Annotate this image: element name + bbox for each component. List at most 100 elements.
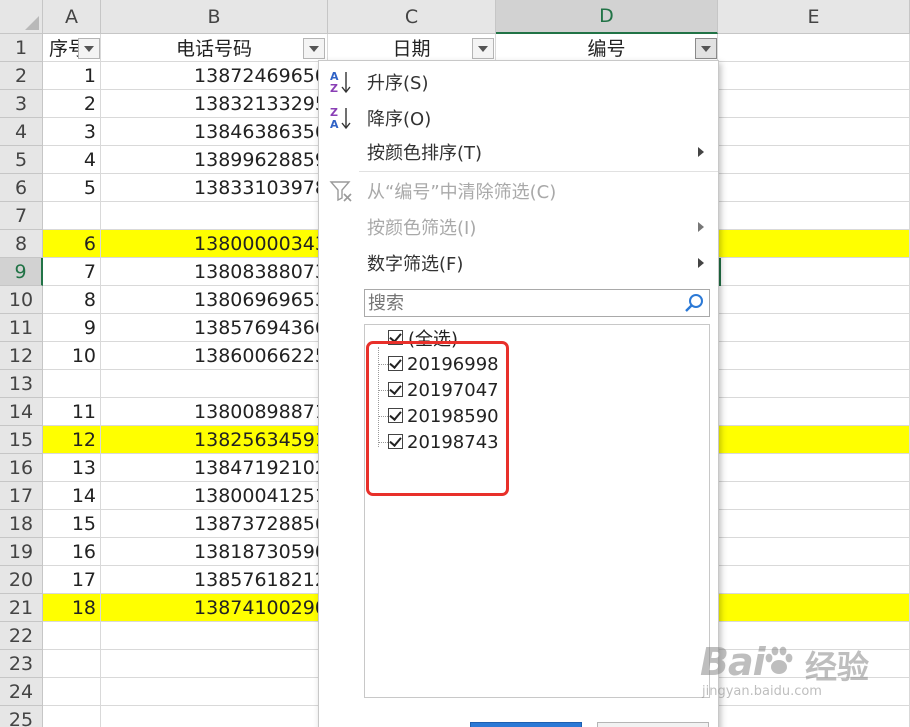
cell-empty[interactable] xyxy=(718,398,910,426)
cell-phone[interactable]: 13800000343 xyxy=(101,230,328,258)
cell-empty[interactable] xyxy=(718,566,910,594)
cell-phone[interactable]: 13825634591 xyxy=(101,426,328,454)
cell-phone[interactable]: 13800041251 xyxy=(101,482,328,510)
cell-empty[interactable] xyxy=(718,482,910,510)
cell-empty[interactable] xyxy=(718,342,910,370)
cell-phone[interactable]: 13818730590 xyxy=(101,538,328,566)
row-number[interactable]: 10 xyxy=(0,286,43,314)
cell-empty[interactable] xyxy=(718,538,910,566)
column-header-e[interactable]: E xyxy=(718,0,910,34)
cell-phone[interactable]: 13860066225 xyxy=(101,342,328,370)
cell-index[interactable]: 16 xyxy=(43,538,101,566)
cell-index[interactable]: 13 xyxy=(43,454,101,482)
cell-index[interactable]: 6 xyxy=(43,230,101,258)
row-number[interactable]: 23 xyxy=(0,650,43,678)
row-number[interactable]: 3 xyxy=(0,90,43,118)
cell-index[interactable]: 17 xyxy=(43,566,101,594)
cell-empty[interactable] xyxy=(718,594,910,622)
cell-phone[interactable]: 13874100290 xyxy=(101,594,328,622)
cell-empty[interactable] xyxy=(718,230,910,258)
cell-empty[interactable] xyxy=(718,174,910,202)
filter-dropdown-button-b[interactable] xyxy=(303,38,325,59)
row-number[interactable]: 21 xyxy=(0,594,43,622)
cell-empty[interactable] xyxy=(718,370,910,398)
cell-empty[interactable] xyxy=(718,258,910,286)
cell-phone[interactable]: 13833103978 xyxy=(101,174,328,202)
cell-phone[interactable] xyxy=(101,678,328,706)
cell-index[interactable]: 1 xyxy=(43,62,101,90)
filter-dropdown-button-a[interactable] xyxy=(78,38,100,59)
row-number[interactable]: 13 xyxy=(0,370,43,398)
cell-index[interactable]: 7 xyxy=(43,258,101,286)
header-cell-date[interactable]: 日期 xyxy=(328,34,496,62)
cell-empty[interactable] xyxy=(718,314,910,342)
cell-empty[interactable] xyxy=(718,62,910,90)
cell-index[interactable]: 18 xyxy=(43,594,101,622)
row-number[interactable]: 7 xyxy=(0,202,43,230)
cell-index[interactable] xyxy=(43,706,101,727)
cell-index[interactable]: 8 xyxy=(43,286,101,314)
row-number[interactable]: 20 xyxy=(0,566,43,594)
row-number[interactable]: 24 xyxy=(0,678,43,706)
cell-index[interactable]: 3 xyxy=(43,118,101,146)
row-number[interactable]: 9 xyxy=(0,258,43,286)
cell-phone[interactable] xyxy=(101,370,328,398)
column-header-c[interactable]: C xyxy=(328,0,496,34)
header-cell-empty[interactable] xyxy=(718,34,910,62)
cell-index[interactable]: 5 xyxy=(43,174,101,202)
sort-descending-item[interactable]: Z A 降序(O) xyxy=(319,101,718,135)
cell-phone[interactable]: 13800898871 xyxy=(101,398,328,426)
row-number[interactable]: 5 xyxy=(0,146,43,174)
row-number[interactable]: 11 xyxy=(0,314,43,342)
cell-index[interactable] xyxy=(43,678,101,706)
row-number[interactable]: 17 xyxy=(0,482,43,510)
cell-index[interactable]: 10 xyxy=(43,342,101,370)
cell-phone[interactable]: 13846386356 xyxy=(101,118,328,146)
cell-phone[interactable]: 13857694366 xyxy=(101,314,328,342)
column-header-b[interactable]: B xyxy=(101,0,328,34)
filter-dropdown-button-c[interactable] xyxy=(472,38,494,59)
select-all-corner[interactable] xyxy=(0,0,43,34)
cell-index[interactable] xyxy=(43,370,101,398)
cell-index[interactable] xyxy=(43,650,101,678)
clear-filter-item[interactable]: 从“编号”中清除筛选(C) xyxy=(319,174,718,208)
cell-empty[interactable] xyxy=(718,454,910,482)
cell-index[interactable] xyxy=(43,622,101,650)
cell-index[interactable]: 4 xyxy=(43,146,101,174)
filter-dropdown-button-d[interactable] xyxy=(695,38,717,59)
row-number[interactable]: 2 xyxy=(0,62,43,90)
row-number[interactable]: 6 xyxy=(0,174,43,202)
cell-index[interactable]: 11 xyxy=(43,398,101,426)
search-icon[interactable] xyxy=(684,292,706,314)
cell-empty[interactable] xyxy=(718,146,910,174)
cell-phone[interactable]: 13808388073 xyxy=(101,258,328,286)
cell-phone[interactable]: 13873728856 xyxy=(101,510,328,538)
cancel-button[interactable] xyxy=(597,722,709,727)
cell-empty[interactable] xyxy=(718,202,910,230)
cell-phone[interactable]: 13899628859 xyxy=(101,146,328,174)
number-filter-item[interactable]: 数字筛选(F) xyxy=(319,246,718,280)
cell-empty[interactable] xyxy=(718,118,910,146)
cell-phone[interactable] xyxy=(101,622,328,650)
column-header-d[interactable]: D xyxy=(496,0,718,34)
row-number[interactable]: 12 xyxy=(0,342,43,370)
row-number[interactable]: 14 xyxy=(0,398,43,426)
row-number[interactable]: 8 xyxy=(0,230,43,258)
row-number[interactable]: 22 xyxy=(0,622,43,650)
cell-index[interactable]: 15 xyxy=(43,510,101,538)
cell-phone[interactable]: 13832133295 xyxy=(101,90,328,118)
sort-ascending-item[interactable]: A Z 升序(S) xyxy=(319,65,718,99)
column-header-a[interactable]: A xyxy=(43,0,101,34)
cell-empty[interactable] xyxy=(718,286,910,314)
cell-phone[interactable]: 13847192102 xyxy=(101,454,328,482)
cell-index[interactable]: 9 xyxy=(43,314,101,342)
cell-index[interactable]: 14 xyxy=(43,482,101,510)
row-number[interactable]: 16 xyxy=(0,454,43,482)
cell-phone[interactable] xyxy=(101,650,328,678)
cell-index[interactable] xyxy=(43,202,101,230)
ok-button[interactable] xyxy=(470,722,582,727)
cell-phone[interactable]: 13806969653 xyxy=(101,286,328,314)
row-number[interactable]: 1 xyxy=(0,34,43,62)
header-cell-phone[interactable]: 电话号码 xyxy=(101,34,328,62)
cell-phone[interactable] xyxy=(101,706,328,727)
